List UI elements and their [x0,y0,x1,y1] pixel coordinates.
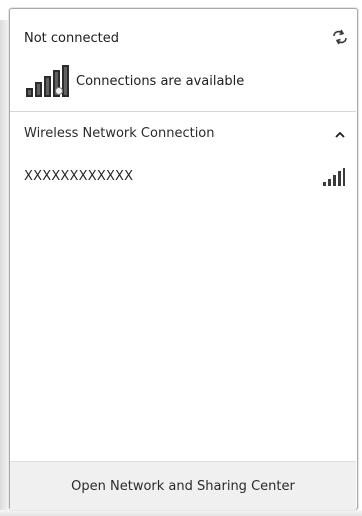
flyout-footer: Open Network and Sharing Center [10,461,356,510]
open-network-sharing-center-link[interactable]: Open Network and Sharing Center [10,462,356,510]
connection-status-title: Not connected [24,31,119,46]
wireless-section-header[interactable]: Wireless Network Connection [10,123,356,147]
wireless-section-label: Wireless Network Connection [24,126,215,141]
network-flyout: Not connected Connections are available … [0,0,362,516]
network-bars-icon [26,65,69,97]
connections-available-row: Connections are available [24,64,344,98]
section-divider [10,111,356,112]
network-name: XXXXXXXXXXXX [24,169,134,184]
refresh-icon[interactable] [330,27,350,47]
chevron-up-icon[interactable] [335,132,345,138]
bottom-shadow [0,510,362,516]
network-list-item[interactable]: XXXXXXXXXXXX [10,160,356,196]
signal-strength-icon [323,168,345,186]
connections-available-label: Connections are available [76,73,245,89]
